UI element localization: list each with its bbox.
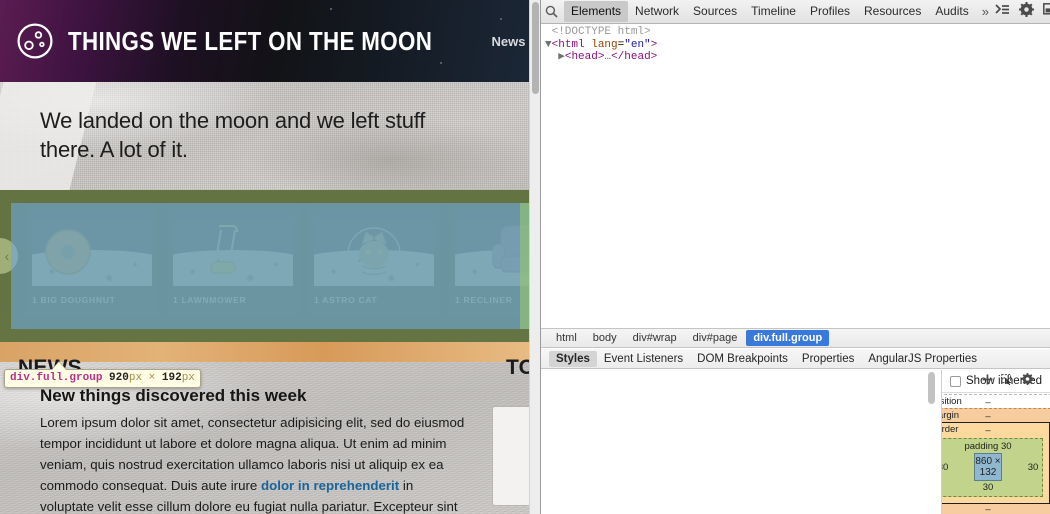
list-item[interactable]: 1 BIG DOUGHNUT <box>26 204 158 316</box>
tab-network[interactable]: Network <box>628 1 686 22</box>
box-model-position: position – margin – border – padding 30 <box>941 394 1050 514</box>
thing-image-lawnmower <box>173 210 293 286</box>
dock-side-icon[interactable] <box>1043 2 1050 21</box>
dom-node[interactable]: ▼<html lang="en"> <box>541 39 1050 52</box>
styles-pane-toolbar <box>982 372 1034 390</box>
hero-banner: We landed on the moon and we left stuff … <box>0 82 540 190</box>
box-model-padding: padding 30 30 860 × 132 30 30 <box>942 438 1043 497</box>
computed-metrics-pane: Show inherited position – margin – borde… <box>941 370 1050 514</box>
settings-gear-icon[interactable] <box>1018 1 1034 22</box>
search-icon[interactable] <box>545 5 558 18</box>
styles-sidebar-tabs: Styles Event Listeners DOM Breakpoints P… <box>541 349 1050 369</box>
tab-event-listeners[interactable]: Event Listeners <box>597 351 690 367</box>
show-inherited-checkbox[interactable] <box>950 375 961 387</box>
news-section: NEWS TOP New things discovered this week… <box>0 342 540 514</box>
article-body: Lorem ipsum dolor sit amet, consectetur … <box>40 412 470 514</box>
thing-image-recliner <box>455 210 540 286</box>
inspect-tooltip-width: 920 <box>109 372 129 384</box>
thing-image-astrocat <box>314 210 434 286</box>
breadcrumb-item-wrap[interactable]: div#wrap <box>626 330 684 346</box>
thing-label: 1 LAWNMOWER <box>173 295 247 305</box>
inspect-tooltip-times: × <box>148 372 156 384</box>
hero-headline: We landed on the moon and we left stuff … <box>40 108 426 163</box>
box-model-margin-label: margin <box>942 410 960 421</box>
styles-pane[interactable] <box>541 370 941 514</box>
box-model-padding-top-row: padding 30 <box>942 441 1042 452</box>
tab-audits[interactable]: Audits <box>928 1 975 22</box>
tab-angularjs-properties[interactable]: AngularJS Properties <box>861 351 984 367</box>
browser-viewport: THINGS WE LEFT ON THE MOON News We lande… <box>0 0 540 514</box>
dom-node[interactable]: ▶<head>…</head> <box>541 51 1050 64</box>
styles-settings-icon[interactable] <box>1021 372 1034 390</box>
things-carousel: 1 BIG DOUGHNUT 1 LAWNMOWER 1 ASTRO CAT 1… <box>0 190 540 342</box>
thing-image-doughnut <box>32 210 152 286</box>
breadcrumb-item-body[interactable]: body <box>586 330 624 346</box>
page-scrollbar-thumb[interactable] <box>532 2 539 94</box>
breadcrumb-item-full-group[interactable]: div.full.group <box>746 330 830 346</box>
breadcrumb-item-html[interactable]: html <box>549 330 584 346</box>
box-model-position-label: position <box>942 396 962 407</box>
tab-sources[interactable]: Sources <box>686 1 744 22</box>
thing-label: 1 RECLINER <box>455 295 513 305</box>
box-model-margin-bottom: – <box>985 504 991 514</box>
devtools-tab-list: Elements Network Sources Timeline Profil… <box>564 0 995 24</box>
list-item[interactable]: 1 LAWNMOWER <box>167 204 299 316</box>
things-list: 1 BIG DOUGHNUT 1 LAWNMOWER 1 ASTRO CAT 1… <box>26 204 540 316</box>
breadcrumb-item-page[interactable]: div#page <box>686 330 745 346</box>
devtools-toolbar: Elements Network Sources Timeline Profil… <box>541 0 1050 24</box>
tab-profiles[interactable]: Profiles <box>803 1 857 22</box>
inspect-tooltip-height-unit: px <box>181 372 195 384</box>
styles-pane-scrollbar-thumb[interactable] <box>928 372 935 404</box>
box-model-border-label: border <box>941 424 959 435</box>
more-tabs-button[interactable]: » <box>976 4 995 19</box>
inspect-tooltip-arrow <box>52 362 66 370</box>
dom-node[interactable]: <!DOCTYPE html> <box>541 26 1050 39</box>
list-item[interactable]: 1 RECLINER <box>449 204 540 316</box>
box-model-margin: margin – border – padding 30 <box>941 408 1050 514</box>
element-state-icon[interactable] <box>1001 372 1013 390</box>
site-header: THINGS WE LEFT ON THE MOON News <box>0 0 540 82</box>
thing-label: 1 BIG DOUGHNUT <box>32 295 116 305</box>
devtools-toolbar-icons <box>995 1 1050 22</box>
inspect-tooltip: div.full.group 920px × 192px <box>4 369 201 388</box>
console-drawer-icon[interactable] <box>995 3 1010 21</box>
inspect-tooltip-selector: div.full.group <box>10 372 103 384</box>
box-model: position – margin – border – padding 30 <box>941 394 1050 514</box>
inspect-tooltip-width-unit: px <box>128 372 143 384</box>
nav-item-news[interactable]: News <box>492 34 526 49</box>
box-model-padding-top[interactable]: 30 <box>1001 441 1012 452</box>
tab-elements[interactable]: Elements <box>564 1 629 22</box>
dom-tree[interactable]: <!DOCTYPE html> ▼<html lang="en"> ▶<head>… <box>541 25 1050 328</box>
moon-icon <box>17 23 53 59</box>
new-style-rule-icon[interactable] <box>982 372 993 390</box>
box-model-padding-bottom[interactable]: 30 <box>942 482 1042 493</box>
box-model-padding-right[interactable]: 30 <box>1024 462 1042 473</box>
article-title: New things discovered this week <box>40 386 307 405</box>
page-scrollbar[interactable] <box>529 0 540 514</box>
styles-pane-scrollbar[interactable] <box>927 372 936 512</box>
tab-properties[interactable]: Properties <box>795 351 861 367</box>
tab-timeline[interactable]: Timeline <box>744 1 803 22</box>
box-model-content-size[interactable]: 860 × 132 <box>974 453 1002 481</box>
article-inline-link[interactable]: dolor in reprehenderit <box>261 478 399 493</box>
box-model-padding-label: padding <box>964 441 999 452</box>
breadcrumb: html body div#wrap div#page div.full.gro… <box>541 328 1050 348</box>
devtools-panel: Elements Network Sources Timeline Profil… <box>540 0 1050 514</box>
thing-label: 1 ASTRO CAT <box>314 295 378 305</box>
devtools-screenshot: THINGS WE LEFT ON THE MOON News We lande… <box>0 0 1050 514</box>
carousel-prev-button[interactable]: ‹ <box>0 238 18 274</box>
box-model-border: border – padding 30 30 860 × 132 <box>941 422 1050 504</box>
site-title: THINGS WE LEFT ON THE MOON <box>68 25 433 56</box>
news-article: New things discovered this week Lorem ip… <box>40 386 470 514</box>
box-model-padding-left[interactable]: 30 <box>942 462 952 473</box>
tab-resources[interactable]: Resources <box>857 1 928 22</box>
list-item[interactable]: 1 ASTRO CAT <box>308 204 440 316</box>
inspect-tooltip-height: 192 <box>161 372 182 384</box>
tab-styles[interactable]: Styles <box>549 350 597 367</box>
tab-dom-breakpoints[interactable]: DOM Breakpoints <box>690 351 795 367</box>
